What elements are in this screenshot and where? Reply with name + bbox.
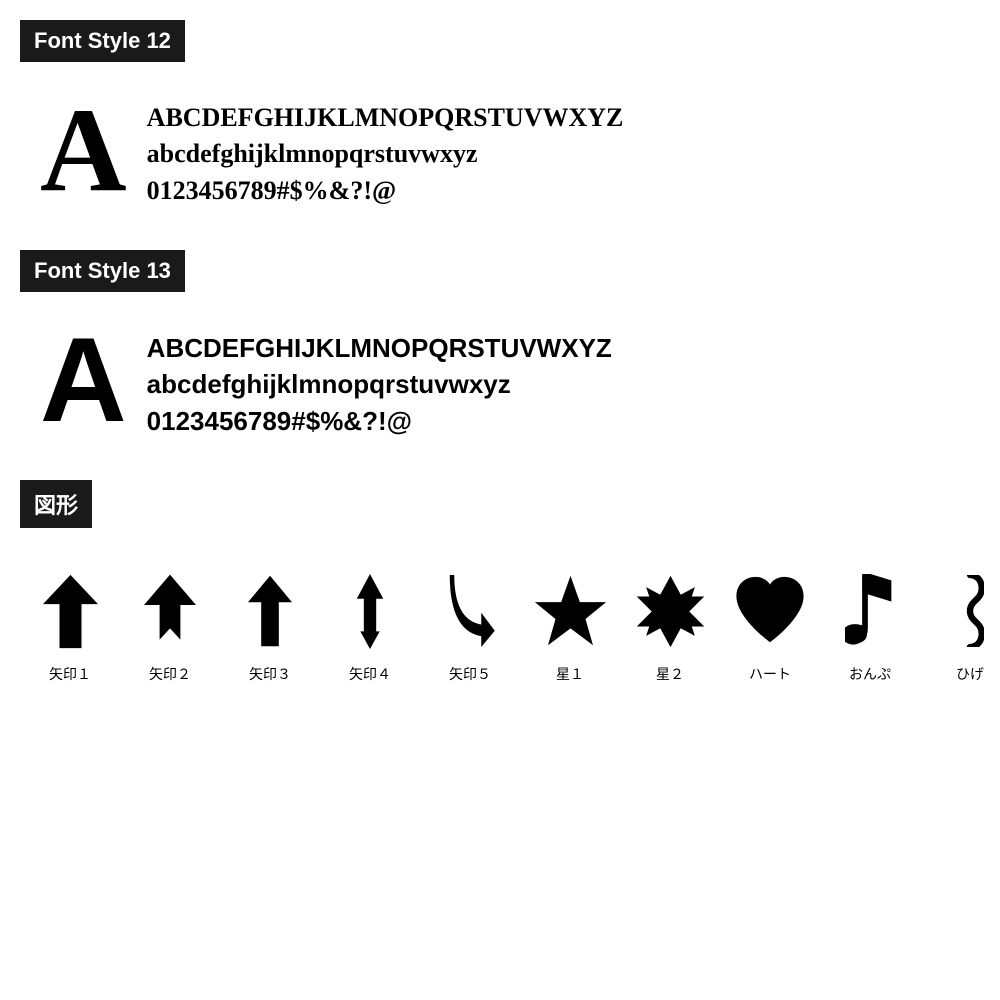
hoshi2-icon	[630, 566, 710, 656]
font-style-12-char-lines: ABCDEFGHIJKLMNOPQRSTUVWXYZ abcdefghijklm…	[147, 90, 624, 209]
font-style-12-demo: A ABCDEFGHIJKLMNOPQRSTUVWXYZ abcdefghijk…	[20, 80, 980, 220]
font-style-13-section: Font Style 13 A ABCDEFGHIJKLMNOPQRSTUVWX…	[20, 250, 980, 450]
shape-yajirushi4: 矢印４	[330, 566, 410, 684]
shape-heart: ハート	[730, 566, 810, 684]
shapes-header: 図形	[20, 480, 92, 528]
hoshi1-label: 星１	[556, 664, 584, 684]
shape-yajirushi5: 矢印５	[430, 566, 510, 684]
font-style-13-line-1: ABCDEFGHIJKLMNOPQRSTUVWXYZ	[147, 330, 612, 366]
shape-yajirushi3: 矢印３	[230, 566, 310, 684]
yajirushi1-icon	[30, 566, 110, 656]
yajirushi1-label: 矢印１	[49, 664, 91, 684]
yajirushi4-label: 矢印４	[349, 664, 391, 684]
heart-icon	[730, 566, 810, 656]
shape-hoshi1: 星１	[530, 566, 610, 684]
yajirushi2-label: 矢印２	[149, 664, 191, 684]
font-style-13-header: Font Style 13	[20, 250, 185, 292]
font-style-13-line-3: 0123456789#$%&?!@	[147, 403, 612, 439]
shape-yajirushi1: 矢印１	[30, 566, 110, 684]
shape-hige: ひげ	[930, 566, 1000, 684]
shape-yajirushi2: 矢印２	[130, 566, 210, 684]
shape-onpu: おんぷ	[830, 566, 910, 684]
font-style-12-line-3: 0123456789#$%&?!@	[147, 173, 624, 209]
heart-label: ハート	[749, 664, 791, 684]
yajirushi4-icon	[330, 566, 410, 656]
hoshi2-label: 星２	[656, 664, 684, 684]
shapes-grid: 矢印１ 矢印２ 矢印３	[20, 546, 980, 704]
font-style-12-line-1: ABCDEFGHIJKLMNOPQRSTUVWXYZ	[147, 100, 624, 136]
font-style-12-header: Font Style 12	[20, 20, 185, 62]
hige-icon	[930, 566, 1000, 656]
font-style-13-demo: A ABCDEFGHIJKLMNOPQRSTUVWXYZ abcdefghijk…	[20, 310, 980, 450]
yajirushi3-label: 矢印３	[249, 664, 291, 684]
font-style-12-line-2: abcdefghijklmnopqrstuvwxyz	[147, 136, 624, 172]
yajirushi3-icon	[230, 566, 310, 656]
shape-hoshi2: 星２	[630, 566, 710, 684]
onpu-label: おんぷ	[849, 664, 891, 684]
hoshi1-icon	[530, 566, 610, 656]
font-style-13-char-lines: ABCDEFGHIJKLMNOPQRSTUVWXYZ abcdefghijklm…	[147, 320, 612, 439]
font-style-12-section: Font Style 12 A ABCDEFGHIJKLMNOPQRSTUVWX…	[20, 20, 980, 220]
font-style-13-line-2: abcdefghijklmnopqrstuvwxyz	[147, 366, 612, 402]
yajirushi5-icon	[430, 566, 510, 656]
yajirushi5-label: 矢印５	[449, 664, 491, 684]
onpu-icon	[830, 566, 910, 656]
hige-label: ひげ	[956, 664, 984, 684]
font-style-13-big-letter: A	[40, 320, 127, 440]
yajirushi2-icon	[130, 566, 210, 656]
font-style-12-big-letter: A	[40, 90, 127, 210]
shapes-section: 図形 矢印１ 矢印２	[20, 480, 980, 704]
